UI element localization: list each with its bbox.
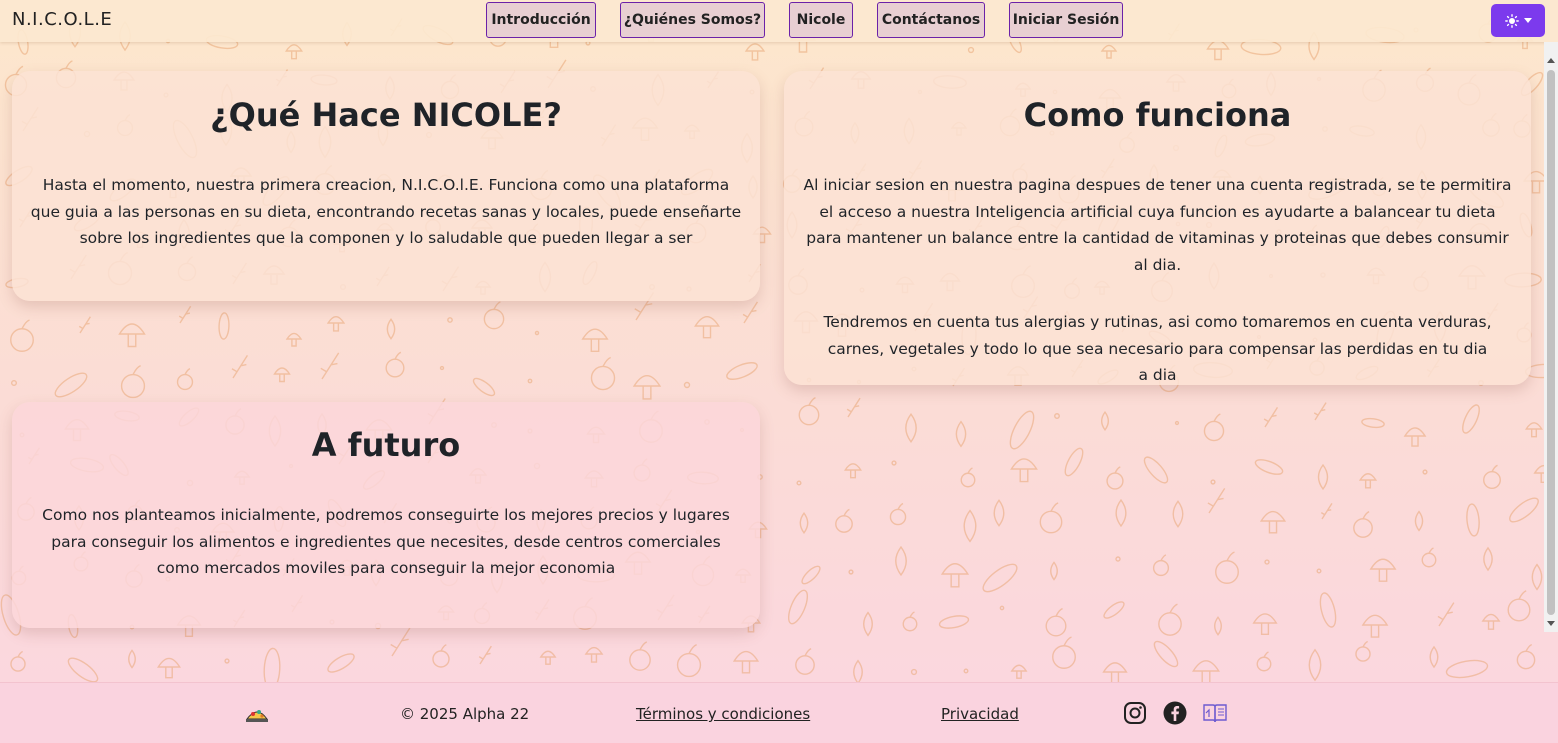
- page-scrollbar[interactable]: [1544, 42, 1558, 632]
- navbar: N.I.C.O.L.E Introducción ¿Quiénes Somos?…: [0, 0, 1558, 42]
- nav-link-introduccion[interactable]: Introducción: [486, 2, 596, 38]
- nav-link-nicole[interactable]: Nicole: [789, 2, 853, 38]
- nav-link-quienes-somos[interactable]: ¿Quiénes Somos?: [620, 2, 765, 38]
- card-title: ¿Qué Hace NICOLE?: [210, 96, 562, 134]
- nav-link-iniciar-sesion[interactable]: Iniciar Sesión: [1009, 2, 1123, 38]
- card-paragraph: Hasta el momento, nuestra primera creaci…: [30, 176, 742, 247]
- card-paragraph: Tendremos en cuenta tus alergias y rutin…: [823, 313, 1492, 384]
- privacy-link[interactable]: Privacidad: [941, 705, 1019, 723]
- terms-link[interactable]: Términos y condiciones: [636, 705, 810, 723]
- scrollbar-thumb[interactable]: [1547, 70, 1555, 615]
- card-future: A futuro Como nos planteamos inicialment…: [12, 402, 760, 628]
- card-title: A futuro: [311, 426, 461, 464]
- card-paragraph: Al iniciar sesion en nuestra pagina desp…: [803, 176, 1512, 274]
- card-what-nicole-does: ¿Qué Hace NICOLE? Hasta el momento, nues…: [12, 71, 760, 301]
- nav-link-contactanos[interactable]: Contáctanos: [877, 2, 985, 38]
- scroll-up-arrow-icon[interactable]: [1547, 58, 1555, 63]
- food-logo-icon[interactable]: [244, 703, 270, 725]
- card-how-it-works: Como funciona Al iniciar sesion en nuest…: [784, 71, 1531, 385]
- copyright-text: © 2025 Alpha 22: [400, 705, 530, 723]
- card-paragraph: Como nos planteamos inicialmente, podrem…: [42, 506, 730, 577]
- facebook-icon[interactable]: [1163, 701, 1187, 725]
- book-icon[interactable]: [1202, 702, 1228, 724]
- brand-logo-text[interactable]: N.I.C.O.L.E: [12, 9, 112, 30]
- sun-icon: [1504, 13, 1519, 28]
- theme-toggle-button[interactable]: [1491, 4, 1545, 37]
- scroll-down-arrow-icon[interactable]: [1547, 621, 1555, 626]
- chevron-down-icon: [1523, 17, 1532, 23]
- footer: © 2025 Alpha 22 Términos y condiciones P…: [0, 682, 1558, 743]
- card-title: Como funciona: [1023, 96, 1292, 134]
- instagram-icon[interactable]: [1123, 701, 1147, 725]
